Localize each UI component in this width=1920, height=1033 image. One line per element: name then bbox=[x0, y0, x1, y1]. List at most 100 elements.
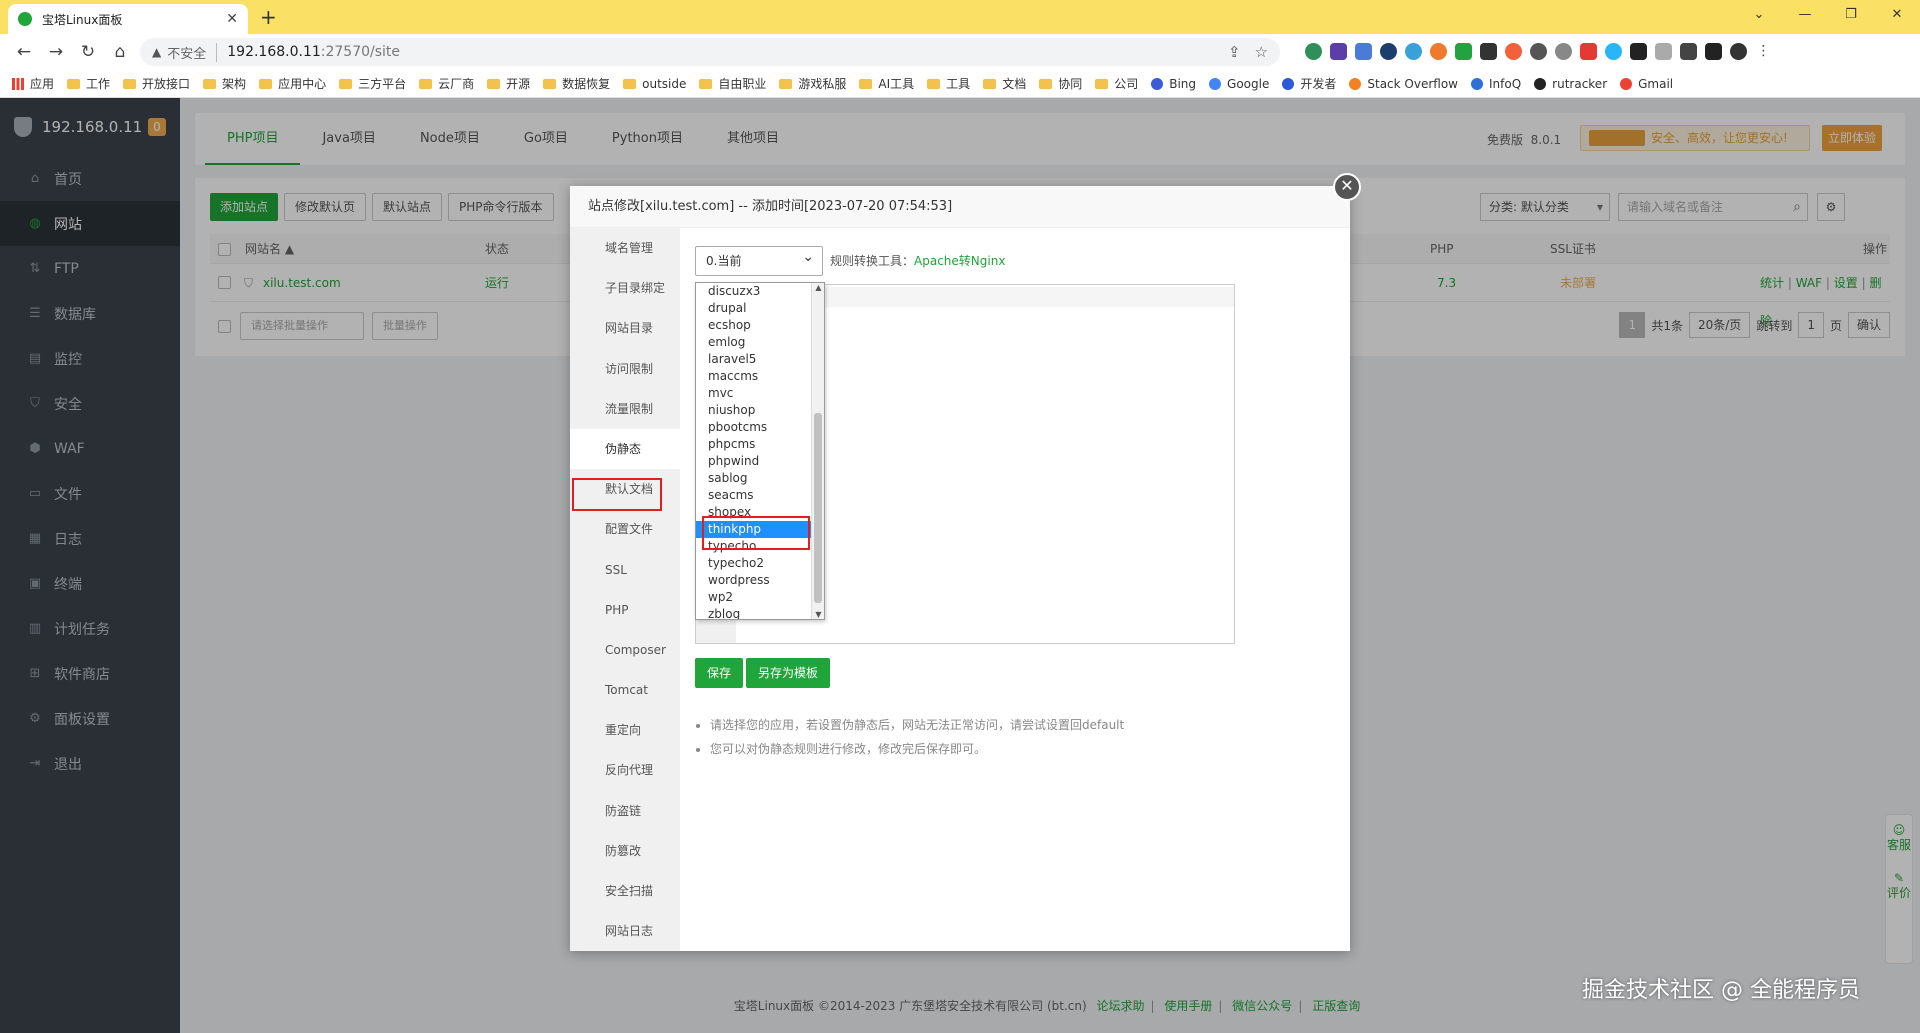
extension-icon[interactable] bbox=[1505, 43, 1522, 60]
extension-icon[interactable] bbox=[1480, 43, 1497, 60]
option-drupal[interactable]: drupal bbox=[696, 300, 824, 317]
bookmark-item[interactable]: 自由职业 bbox=[699, 75, 766, 92]
profile-avatar-icon[interactable] bbox=[1730, 43, 1747, 60]
bookmark-item[interactable]: 工具 bbox=[927, 75, 970, 92]
nav-ssl[interactable]: SSL bbox=[570, 550, 680, 590]
extension-icon[interactable] bbox=[1580, 43, 1597, 60]
back-icon[interactable]: ← bbox=[8, 42, 40, 62]
bookmark-item[interactable]: 开放接口 bbox=[123, 75, 190, 92]
bookmark-item[interactable]: AI工具 bbox=[859, 75, 914, 92]
bookmark-item[interactable]: Google bbox=[1209, 77, 1269, 91]
extension-icon[interactable] bbox=[1655, 43, 1672, 60]
option-laravel5[interactable]: laravel5 bbox=[696, 351, 824, 368]
apache-to-nginx-link[interactable]: Apache转Nginx bbox=[914, 254, 1005, 268]
option-ecshop[interactable]: ecshop bbox=[696, 317, 824, 334]
save-as-template-button[interactable]: 另存为模板 bbox=[746, 658, 831, 688]
option-typecho2[interactable]: typecho2 bbox=[696, 555, 824, 572]
kebab-menu-icon[interactable]: ⋮ bbox=[1755, 43, 1772, 60]
nav-rewrite[interactable]: 伪静态 bbox=[570, 428, 680, 470]
bookmark-item[interactable]: 应用中心 bbox=[259, 75, 326, 92]
extension-icon[interactable] bbox=[1630, 43, 1647, 60]
new-tab-button[interactable]: + bbox=[260, 5, 277, 29]
nav-subdir[interactable]: 子目录绑定 bbox=[570, 268, 680, 308]
reload-icon[interactable]: ↻ bbox=[72, 42, 104, 62]
sidepanel-icon[interactable] bbox=[1705, 43, 1722, 60]
nav-tamper-proof[interactable]: 防篡改 bbox=[570, 831, 680, 871]
bookmark-item[interactable]: 三方平台 bbox=[339, 75, 406, 92]
nav-site-log[interactable]: 网站日志 bbox=[570, 911, 680, 951]
nav-site-dir[interactable]: 网站目录 bbox=[570, 308, 680, 348]
bookmark-item[interactable]: 开发者 bbox=[1282, 75, 1336, 92]
share-icon[interactable]: ⇪ bbox=[1228, 43, 1241, 61]
home-icon[interactable]: ⌂ bbox=[104, 42, 136, 62]
bookmark-item[interactable]: Bing bbox=[1151, 77, 1196, 91]
extension-icon[interactable] bbox=[1330, 43, 1347, 60]
extension-icon[interactable] bbox=[1305, 43, 1322, 60]
option-sablog[interactable]: sablog bbox=[696, 470, 824, 487]
bookmark-item[interactable]: InfoQ bbox=[1471, 77, 1521, 91]
nav-redirect[interactable]: 重定向 bbox=[570, 710, 680, 750]
option-emlog[interactable]: emlog bbox=[696, 334, 824, 351]
option-zblog[interactable]: zblog bbox=[696, 606, 824, 619]
extension-icon[interactable] bbox=[1455, 43, 1472, 60]
address-bar[interactable]: ▲ 不安全 192.168.0.11:27570/site ⇪ ☆ bbox=[140, 38, 1280, 66]
extension-icon[interactable] bbox=[1380, 43, 1397, 60]
rewrite-template-select[interactable]: 0.当前 bbox=[695, 243, 823, 276]
extension-icon[interactable] bbox=[1355, 43, 1372, 60]
nav-traffic-limit[interactable]: 流量限制 bbox=[570, 389, 680, 429]
bookmark-item[interactable]: rutracker bbox=[1534, 77, 1607, 91]
nav-security-scan[interactable]: 安全扫描 bbox=[570, 871, 680, 911]
bookmark-item[interactable]: 云厂商 bbox=[419, 75, 474, 92]
extension-icon[interactable] bbox=[1430, 43, 1447, 60]
option-niushop[interactable]: niushop bbox=[696, 402, 824, 419]
scroll-up-icon[interactable]: ▲ bbox=[812, 283, 824, 292]
option-phpwind[interactable]: phpwind bbox=[696, 453, 824, 470]
bookmark-item[interactable]: 架构 bbox=[203, 75, 246, 92]
extension-icon[interactable] bbox=[1405, 43, 1422, 60]
restore-icon[interactable]: ❐ bbox=[1828, 0, 1874, 30]
bookmark-item[interactable]: 协同 bbox=[1039, 75, 1082, 92]
bookmark-item[interactable]: 游戏私服 bbox=[779, 75, 846, 92]
bookmark-item[interactable]: 文档 bbox=[983, 75, 1026, 92]
save-button[interactable]: 保存 bbox=[695, 658, 744, 688]
nav-reverse-proxy[interactable]: 反向代理 bbox=[570, 750, 680, 790]
bookmark-item[interactable]: 工作 bbox=[67, 75, 110, 92]
bookmark-item[interactable]: outside bbox=[623, 77, 686, 91]
nav-tomcat[interactable]: Tomcat bbox=[570, 670, 680, 710]
bookmark-item[interactable]: 公司 bbox=[1095, 75, 1138, 92]
nav-composer[interactable]: Composer bbox=[570, 630, 680, 670]
dialog-close-icon[interactable]: ✕ bbox=[1333, 173, 1361, 201]
bookmark-item[interactable]: Stack Overflow bbox=[1349, 77, 1458, 91]
minimize-icon[interactable]: — bbox=[1782, 0, 1828, 30]
bookmark-star-icon[interactable]: ☆ bbox=[1255, 43, 1268, 61]
bookmark-item[interactable]: Gmail bbox=[1620, 77, 1673, 91]
scroll-down-icon[interactable]: ▼ bbox=[812, 610, 824, 619]
nav-config-file[interactable]: 配置文件 bbox=[570, 509, 680, 549]
nav-php[interactable]: PHP bbox=[570, 590, 680, 630]
extension-icon[interactable] bbox=[1530, 43, 1547, 60]
puzzle-icon[interactable] bbox=[1680, 43, 1697, 60]
options-scrollbar[interactable]: ▲ ▼ bbox=[811, 283, 824, 619]
extension-icon[interactable] bbox=[1555, 43, 1572, 60]
tab-search-icon[interactable]: ⌄ bbox=[1736, 0, 1782, 30]
option-pbootcms[interactable]: pbootcms bbox=[696, 419, 824, 436]
browser-tab[interactable]: 宝塔Linux面板 ✕ bbox=[8, 4, 248, 34]
nav-hotlink[interactable]: 防盗链 bbox=[570, 791, 680, 831]
nav-domain[interactable]: 域名管理 bbox=[570, 228, 680, 268]
bookmark-item[interactable]: 应用 bbox=[12, 75, 54, 92]
option-wp2[interactable]: wp2 bbox=[696, 589, 824, 606]
option-phpcms[interactable]: phpcms bbox=[696, 436, 824, 453]
bookmark-item[interactable]: 开源 bbox=[487, 75, 530, 92]
extension-icon[interactable] bbox=[1605, 43, 1622, 60]
bookmark-item[interactable]: 数据恢复 bbox=[543, 75, 610, 92]
option-maccms[interactable]: maccms bbox=[696, 368, 824, 385]
window-close-icon[interactable]: ✕ bbox=[1874, 0, 1920, 30]
forward-icon[interactable]: → bbox=[40, 42, 72, 62]
option-wordpress[interactable]: wordpress bbox=[696, 572, 824, 589]
scrollbar-thumb[interactable] bbox=[814, 413, 822, 603]
option-mvc[interactable]: mvc bbox=[696, 385, 824, 402]
option-discuzx3[interactable]: discuzx3 bbox=[696, 283, 824, 300]
nav-access-limit[interactable]: 访问限制 bbox=[570, 349, 680, 389]
tab-close-icon[interactable]: ✕ bbox=[226, 11, 238, 27]
option-seacms[interactable]: seacms bbox=[696, 487, 824, 504]
